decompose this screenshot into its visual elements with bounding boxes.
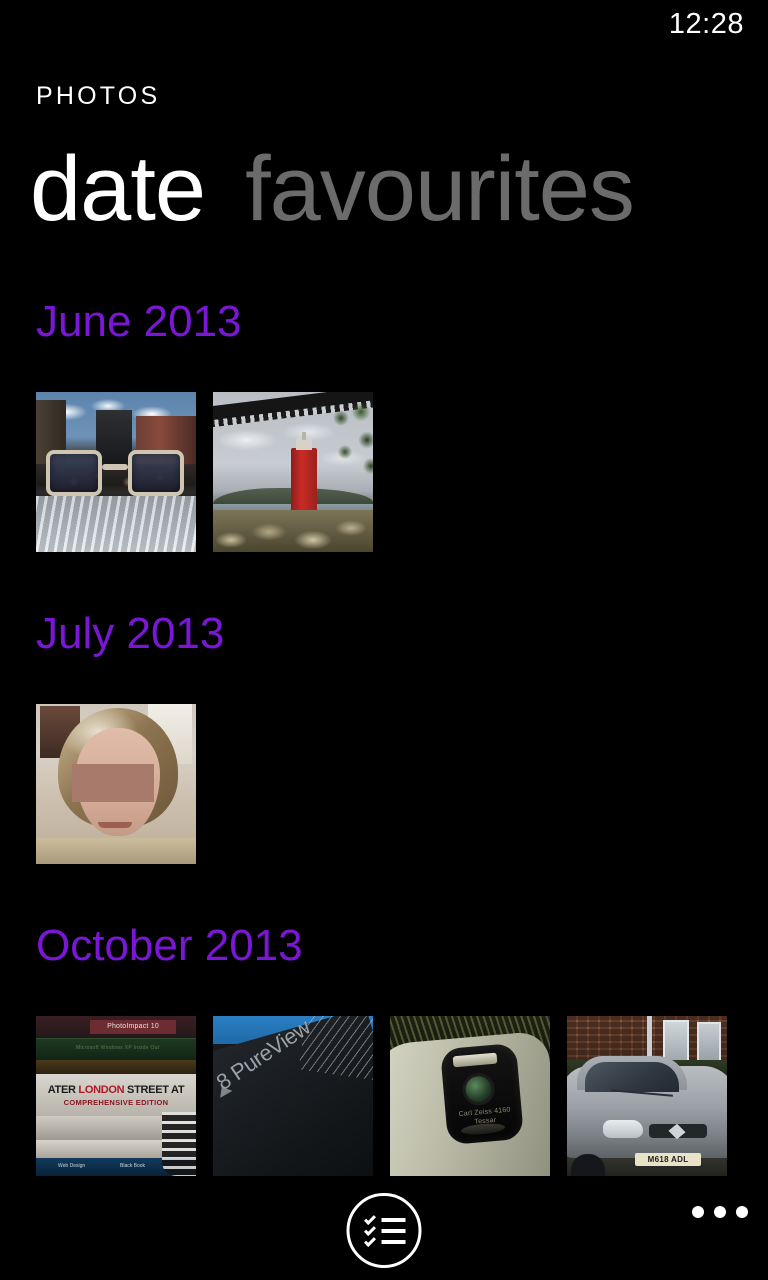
spiral-binding: [162, 1112, 196, 1176]
camera-pod: Carl Zeiss 4160 Tessar: [439, 1042, 525, 1146]
book-london-atlas: ATER LONDON STREET AT COMPREHENSIVE EDIT…: [36, 1074, 196, 1116]
photo-groups-list: June 2013 July 2013 October 2013 PhotoIm…: [0, 300, 768, 1176]
photo-group-october: October 2013 PhotoImpact 10 Microsoft Wi…: [0, 924, 768, 1176]
sunglasses-left-lens: [46, 450, 102, 496]
app-bar: [0, 1160, 768, 1280]
photos-app-screen: 12:28 PHOTOS date favourites June 2013 J…: [0, 0, 768, 1280]
book-red: PhotoImpact 10: [36, 1016, 196, 1038]
group-header-october[interactable]: October 2013: [36, 924, 768, 968]
photo-thumbnail-book-stack[interactable]: PhotoImpact 10 Microsoft Windows XP Insi…: [36, 1016, 196, 1176]
tab-date[interactable]: date: [30, 139, 206, 239]
list-line-3: [381, 1239, 405, 1244]
book-label-blue-2: Black Book: [120, 1163, 146, 1169]
car-windscreen: [585, 1062, 679, 1092]
thumbnail-row-july: [36, 704, 768, 864]
select-photos-button[interactable]: [346, 1193, 422, 1268]
child-mouth: [98, 822, 132, 828]
car-headlight: [603, 1120, 643, 1138]
status-clock: 12:28: [668, 7, 744, 40]
atlas-subtitle: COMPREHENSIVE EDITION: [63, 1097, 169, 1107]
page-title: PHOTOS: [36, 82, 161, 110]
book-label-green: Microsoft Windows XP Inside Out: [76, 1045, 160, 1051]
check-mark-2: [363, 1223, 376, 1236]
book-label-photoimpact: PhotoImpact 10: [90, 1020, 176, 1034]
atlas-title-prefix: ATER: [47, 1083, 79, 1096]
lighthouse-tower: [291, 448, 317, 518]
ellipsis-dot-3: [736, 1206, 748, 1218]
photo-thumbnail-sunglasses-on-table[interactable]: [36, 392, 196, 552]
child-shoulder: [36, 838, 196, 864]
redaction-bar: [72, 764, 154, 802]
photo-thumbnail-child-portrait[interactable]: [36, 704, 196, 864]
car-number-plate: M618 ADL: [635, 1153, 701, 1166]
group-header-july[interactable]: July 2013: [36, 612, 768, 656]
photo-thumbnail-silver-car[interactable]: M618 ADL: [567, 1016, 727, 1176]
sunglasses-bridge: [102, 464, 128, 470]
photo-group-june: June 2013: [0, 300, 768, 552]
more-options-button[interactable]: [692, 1206, 748, 1218]
ellipsis-dot-2: [714, 1206, 726, 1218]
group-header-june[interactable]: June 2013: [36, 300, 768, 344]
xenon-flash: [452, 1052, 498, 1068]
tab-favourites[interactable]: favourites: [245, 139, 635, 239]
checklist-icon: [363, 1212, 405, 1247]
camera-lens-icon: [464, 1075, 493, 1104]
list-line-1: [381, 1217, 405, 1222]
photo-thumbnail-red-lighthouse[interactable]: [213, 392, 373, 552]
photo-group-july: July 2013: [0, 612, 768, 864]
book-label-blue-1: Web Design: [58, 1163, 86, 1169]
lighthouse-finial: [302, 432, 306, 440]
thumbnail-row-june: [36, 392, 768, 552]
atlas-title-red: LONDON: [78, 1083, 125, 1096]
book-tan: [36, 1060, 196, 1074]
thumbnail-row-october: PhotoImpact 10 Microsoft Windows XP Insi…: [36, 1016, 768, 1176]
ellipsis-dot-1: [692, 1206, 704, 1218]
sunglasses-right-lens: [128, 450, 184, 496]
tree-foliage: [327, 402, 373, 480]
car-wheel: [571, 1154, 605, 1176]
photo-thumbnail-pureview-phone[interactable]: 8 PureView: [213, 1016, 373, 1176]
status-bar: 12:28: [0, 0, 768, 48]
book-green: Microsoft Windows XP Inside Out: [36, 1038, 196, 1060]
pivot-header: date favourites: [30, 139, 635, 239]
photo-thumbnail-carl-zeiss-camera[interactable]: Carl Zeiss 4160 Tessar: [390, 1016, 550, 1176]
rocky-shore: [213, 510, 373, 552]
check-mark-1: [363, 1212, 376, 1225]
atlas-title: ATER LONDON STREET AT: [48, 1084, 185, 1096]
list-line-2: [381, 1228, 405, 1233]
table-surface: [36, 496, 196, 552]
check-mark-3: [363, 1234, 376, 1247]
atlas-title-suffix: STREET AT: [124, 1083, 185, 1096]
